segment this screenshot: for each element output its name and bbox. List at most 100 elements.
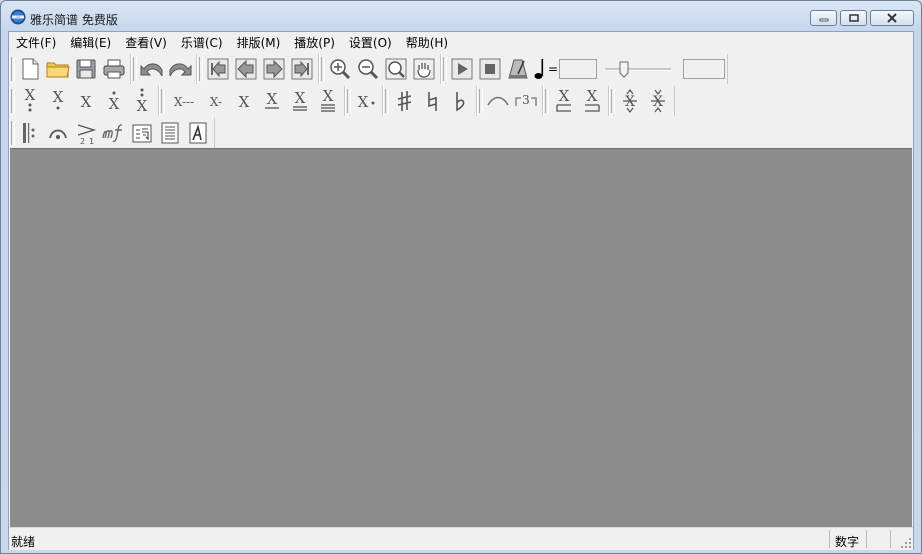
svg-text:1: 1 (89, 137, 94, 146)
accent-fingering-button[interactable]: 21 (72, 119, 100, 147)
last-page-icon (291, 58, 313, 80)
pan-button[interactable] (410, 55, 438, 83)
prev-page-icon (235, 58, 257, 80)
metronome-icon (508, 59, 528, 79)
low-octave-button[interactable]: X (44, 87, 72, 115)
play-button[interactable] (448, 55, 476, 83)
tie-button[interactable] (484, 87, 512, 115)
volume-input[interactable] (683, 59, 726, 79)
zoom-fit-button[interactable] (382, 55, 410, 83)
score-canvas[interactable] (10, 148, 912, 527)
zoom-group (319, 54, 441, 84)
tempo-input[interactable] (559, 59, 598, 79)
minimize-button[interactable] (810, 10, 837, 26)
file-group (9, 54, 131, 84)
double-high-octave-button[interactable]: X (128, 87, 156, 115)
whole-note-button[interactable]: X--- (166, 87, 202, 115)
sharp-button[interactable] (390, 87, 418, 115)
notation-toolbar: X X X X X X--- X- X X X X X • 3 X X X X (9, 85, 709, 117)
title-bar[interactable]: ♪♪ 雅乐简谱 免费版 (1, 1, 921, 31)
note-glyph: X (25, 87, 36, 104)
redo-button[interactable] (166, 55, 194, 83)
close-icon (887, 13, 897, 23)
zoom-out-button[interactable] (354, 55, 382, 83)
text-block-button[interactable] (156, 119, 184, 147)
print-button[interactable] (100, 55, 128, 83)
note-glyph: X (267, 90, 278, 108)
dotted-note-button[interactable]: X • (352, 87, 380, 115)
first-page-icon (207, 58, 229, 80)
metronome-button[interactable] (504, 55, 532, 83)
half-note-button[interactable]: X- (202, 87, 230, 115)
note-glyph: X (109, 95, 120, 113)
new-button[interactable] (16, 55, 44, 83)
menu-edit[interactable]: 编辑(E) (63, 32, 118, 52)
sixteenth-note-icon: X (293, 89, 307, 111)
high-octave-button[interactable]: X (100, 87, 128, 115)
expand-spacing-button[interactable]: X (616, 87, 644, 115)
text-style-icon (189, 122, 207, 144)
open-button[interactable] (44, 55, 72, 83)
status-divider (890, 530, 891, 548)
save-icon (76, 59, 96, 79)
last-page-button[interactable] (288, 55, 316, 83)
thirty-second-note-button[interactable]: X (314, 87, 342, 115)
note-glyph: X (137, 97, 148, 115)
next-page-button[interactable] (260, 55, 288, 83)
status-divider (829, 530, 830, 548)
quarter-note-button[interactable]: X (230, 87, 258, 115)
menu-view[interactable]: 查看(V) (118, 32, 174, 52)
prev-page-button[interactable] (232, 55, 260, 83)
hand-pan-icon (413, 58, 435, 80)
note-low-octave-icon: X (53, 88, 64, 110)
tie-group: 3 (477, 86, 543, 116)
sharp-icon (397, 91, 412, 111)
restore-button[interactable] (840, 10, 867, 26)
close-button[interactable] (870, 10, 914, 26)
double-low-octave-button[interactable]: X (16, 87, 44, 115)
natural-button[interactable] (418, 87, 446, 115)
dot-group: X • (345, 86, 383, 116)
sixteenth-note-button[interactable]: X (286, 87, 314, 115)
expand-spacing-icon: X (623, 89, 637, 113)
tie-icon (487, 96, 509, 106)
menu-score[interactable]: 乐谱(C) (174, 32, 230, 52)
stop-icon (479, 58, 501, 80)
zoom-in-button[interactable] (326, 55, 354, 83)
quarter-duration-icon: X (239, 93, 250, 111)
menu-bar: 文件(F) 编辑(E) 查看(V) 乐谱(C) 排版(M) 播放(P) 设置(O… (9, 32, 913, 52)
triplet-button[interactable]: 3 (512, 87, 540, 115)
text-style-button[interactable] (184, 119, 212, 147)
zoom-out-icon (358, 59, 379, 80)
menu-help[interactable]: 帮助(H) (399, 32, 455, 52)
stop-button[interactable] (476, 55, 504, 83)
client-area: 文件(F) 编辑(E) 查看(V) 乐谱(C) 排版(M) 播放(P) 设置(O… (8, 31, 914, 550)
middle-octave-button[interactable]: X (72, 87, 100, 115)
undo-button[interactable] (138, 55, 166, 83)
menu-settings[interactable]: 设置(O) (342, 32, 399, 52)
dynamics-button[interactable] (100, 119, 128, 147)
menu-layout[interactable]: 排版(M) (230, 32, 288, 52)
volume-slider[interactable] (603, 58, 675, 80)
status-bar: 就绪 数字 (9, 527, 913, 550)
save-button[interactable] (72, 55, 100, 83)
note-glyph: X (323, 87, 334, 105)
beam-end-button[interactable]: X (578, 87, 606, 115)
lyrics-button[interactable] (128, 119, 156, 147)
first-page-button[interactable] (204, 55, 232, 83)
whole-note-icon: X--- (174, 95, 194, 109)
duration-group: X--- X- X X X X (159, 86, 345, 116)
eighth-note-button[interactable]: X (258, 87, 286, 115)
resize-grip-icon[interactable] (900, 537, 912, 549)
beam-group: X X (543, 86, 609, 116)
print-icon (103, 59, 125, 79)
status-num-lock: 数字 (835, 535, 860, 549)
fermata-button[interactable] (44, 119, 72, 147)
flat-button[interactable] (446, 87, 474, 115)
menu-play[interactable]: 播放(P) (287, 32, 342, 52)
repeat-button[interactable] (16, 119, 44, 147)
beam-start-button[interactable]: X (550, 87, 578, 115)
eighth-note-icon: X (265, 90, 279, 109)
menu-file[interactable]: 文件(F) (9, 32, 63, 52)
compress-spacing-button[interactable]: X (644, 87, 672, 115)
